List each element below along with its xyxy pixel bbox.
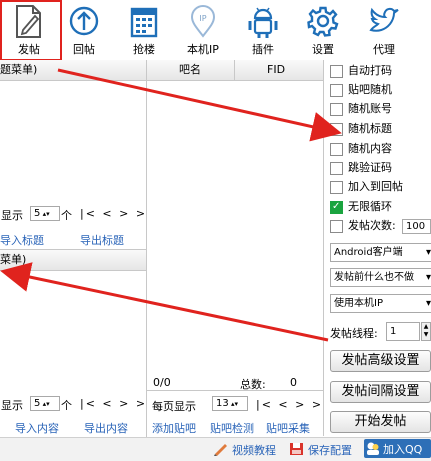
annotation-arrow-to-content-list — [0, 262, 329, 342]
annotation-arrows — [0, 68, 342, 342]
annotation-arrow-to-random-title — [57, 68, 342, 142]
